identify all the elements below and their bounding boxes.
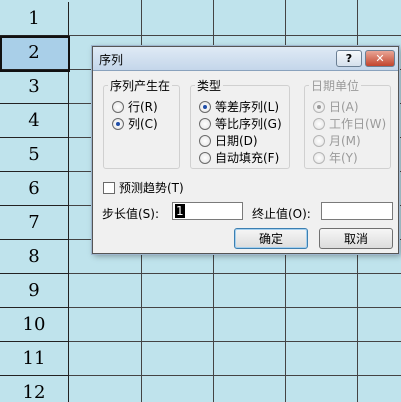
- radio-day[interactable]: 日(A): [313, 98, 359, 115]
- radio-button[interactable]: [313, 117, 325, 130]
- radio-button[interactable]: [313, 134, 325, 147]
- row-number: 5: [28, 144, 40, 165]
- radio-label: 月(M): [329, 134, 361, 148]
- row-header[interactable]: 3: [0, 70, 69, 104]
- radio-label: 行(R): [128, 100, 158, 114]
- radio-columns[interactable]: 列(C): [112, 115, 158, 132]
- radio-label: 日(A): [329, 100, 359, 114]
- trend-label: 预测趋势(T): [119, 181, 184, 195]
- row-number: 12: [22, 382, 46, 402]
- cancel-button[interactable]: 取消: [319, 228, 393, 249]
- row-number: 11: [22, 348, 46, 369]
- help-icon: ?: [345, 52, 353, 65]
- group-title: 序列产生在: [108, 77, 173, 94]
- radio-label: 工作日(W): [329, 117, 387, 131]
- date-unit-group: 日期单位 日(A) 工作日(W) 月(M) 年(Y): [304, 77, 391, 169]
- step-value-label: 步长值(S):: [102, 207, 160, 221]
- row-header[interactable]: 1: [0, 2, 69, 36]
- group-title: 类型: [195, 77, 224, 94]
- dialog-titlebar[interactable]: 序列 ? ✕: [93, 47, 398, 71]
- radio-label: 等差序列(L): [215, 100, 280, 114]
- row-number: 2: [28, 42, 40, 63]
- row-number: 3: [28, 76, 40, 97]
- help-button[interactable]: ?: [336, 50, 362, 67]
- row-header[interactable]: 4: [0, 104, 69, 138]
- radio-button[interactable]: [199, 100, 211, 113]
- ok-button[interactable]: 确定: [234, 228, 308, 249]
- radio-month[interactable]: 月(M): [313, 132, 361, 149]
- radio-year[interactable]: 年(Y): [313, 149, 358, 166]
- row-number: 4: [28, 110, 40, 131]
- grid-line: [69, 375, 401, 376]
- type-group: 类型 等差序列(L) 等比序列(G) 日期(D) 自动填充(F): [190, 77, 290, 169]
- radio-button[interactable]: [199, 117, 211, 130]
- radio-button[interactable]: [199, 151, 211, 164]
- stop-value-label: 终止值(O):: [252, 207, 311, 221]
- row-header[interactable]: 8: [0, 240, 69, 274]
- step-value-input[interactable]: 1: [172, 202, 243, 220]
- close-icon: ✕: [375, 52, 385, 65]
- row-header[interactable]: 9: [0, 274, 69, 308]
- dialog-title: 序列: [99, 53, 124, 67]
- radio-button[interactable]: [199, 134, 211, 147]
- radio-linear[interactable]: 等差序列(L): [199, 98, 279, 115]
- row-number: 10: [22, 314, 46, 335]
- trend-checkbox[interactable]: [103, 181, 115, 194]
- radio-growth[interactable]: 等比序列(G): [199, 115, 282, 132]
- row-header[interactable]: 5: [0, 138, 69, 172]
- radio-label: 自动填充(F): [215, 151, 280, 165]
- radio-date[interactable]: 日期(D): [199, 132, 258, 149]
- grid-line: [69, 273, 401, 274]
- series-in-group: 序列产生在 行(R) 列(C): [103, 77, 180, 169]
- grid-line: [69, 341, 401, 342]
- radio-label: 等比序列(G): [215, 117, 282, 131]
- group-title: 日期单位: [309, 77, 362, 94]
- radio-button[interactable]: [313, 151, 325, 164]
- radio-button[interactable]: [112, 100, 124, 113]
- radio-weekday[interactable]: 工作日(W): [313, 115, 386, 132]
- trend-checkbox-row[interactable]: 预测趋势(T): [103, 179, 184, 196]
- row-header[interactable]: 7: [0, 206, 69, 240]
- row-number: 6: [28, 178, 40, 199]
- radio-button[interactable]: [313, 100, 325, 113]
- row-header[interactable]: 6: [0, 172, 69, 206]
- row-number: 1: [28, 8, 40, 29]
- row-header[interactable]: 10: [0, 308, 69, 342]
- row-number: 9: [28, 280, 40, 301]
- radio-button[interactable]: [112, 117, 124, 130]
- radio-label: 列(C): [128, 117, 158, 131]
- radio-label: 日期(D): [215, 134, 258, 148]
- grid-line: [69, 35, 401, 36]
- radio-rows[interactable]: 行(R): [112, 98, 158, 115]
- row-header-selected[interactable]: 2: [0, 36, 69, 70]
- row-header[interactable]: 11: [0, 342, 69, 376]
- series-dialog: 序列 ? ✕ 序列产生在 行(R) 列(C) 类型 等差序列(L) 等比序列(G…: [92, 46, 399, 254]
- radio-label: 年(Y): [329, 151, 358, 165]
- radio-autofill[interactable]: 自动填充(F): [199, 149, 279, 166]
- grid-line: [69, 307, 401, 308]
- row-header[interactable]: 12: [0, 376, 69, 402]
- close-button[interactable]: ✕: [365, 50, 395, 67]
- row-number: 8: [28, 246, 40, 267]
- step-value-text: 1: [175, 204, 185, 218]
- stop-value-input[interactable]: [321, 202, 393, 220]
- row-number: 7: [28, 212, 40, 233]
